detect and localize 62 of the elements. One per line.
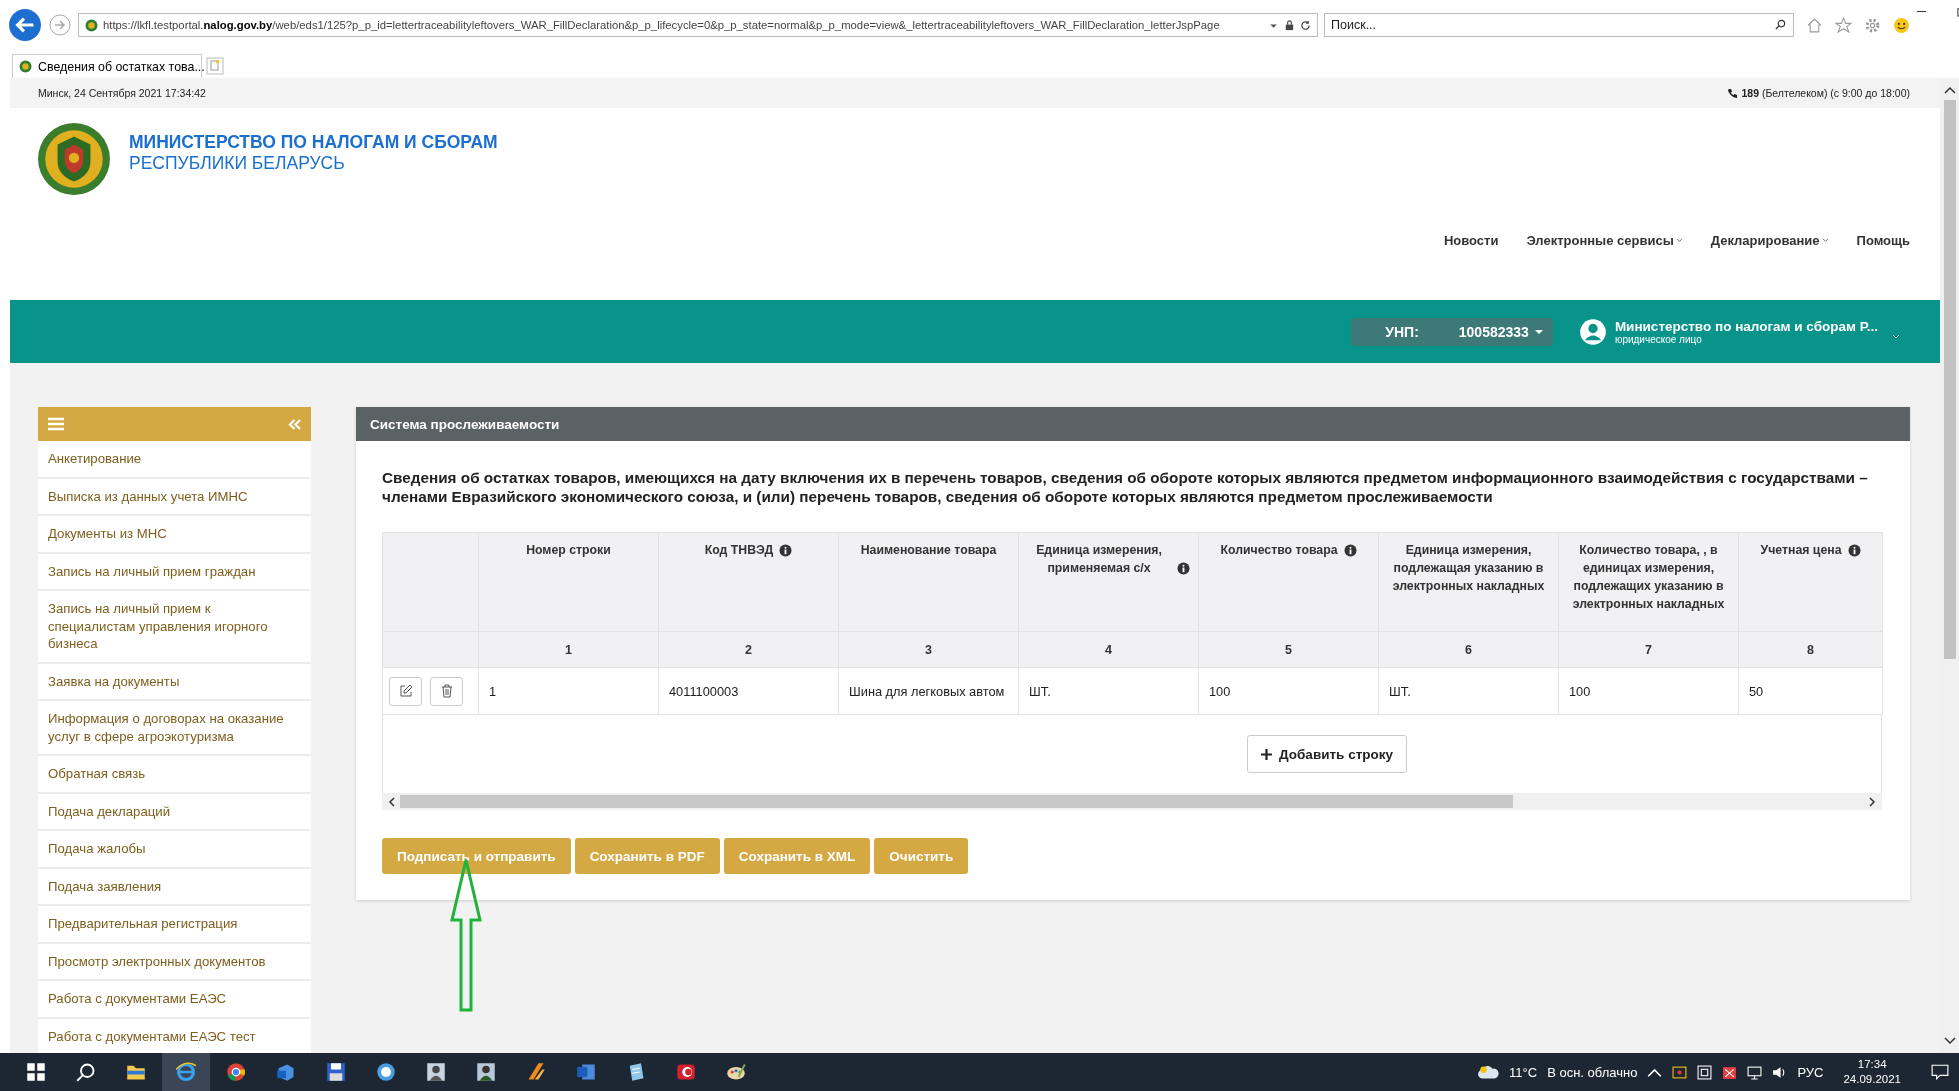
input-language[interactable]: РУС xyxy=(1797,1064,1824,1080)
panel-title: Система прослеживаемости xyxy=(370,416,560,432)
column-number: 2 xyxy=(658,631,839,668)
sidebar-item[interactable]: Работа с документами ЕАЭС тест xyxy=(38,1018,311,1053)
sidebar-item[interactable]: Подача жалобы xyxy=(38,831,311,869)
table-cell: 50 xyxy=(1738,667,1883,715)
sidebar-item[interactable]: Запись на личный прием граждан xyxy=(38,553,311,591)
weather-text[interactable]: В осн. облачно xyxy=(1547,1064,1638,1080)
sidebar-item[interactable]: Работа с документами ЕАЭС xyxy=(38,981,311,1019)
column-label: Код ТНВЭД xyxy=(704,542,774,559)
phone-info: 189 (Белтелеком) (с 9:00 до 18:00) xyxy=(1741,87,1910,99)
sidebar-item[interactable]: Обратная связь xyxy=(38,756,311,794)
column-number: 3 xyxy=(838,631,1019,668)
ministry-country: РЕСПУБЛИКИ БЕЛАРУСЬ xyxy=(129,153,346,174)
address-field[interactable]: https://lkfl.testportal.nalog.gov.by/web/eds1/125?p_p_id=lettertraceabilityleftovers_WAR_FillDeclaration&p_p_lifecycle=0&p_p_state=normal&p_p_mode=view&_lettertraceabilityleftovers_WAR_FillDeclaration_letterJspPage xyxy=(78,13,1318,37)
form-heading: Сведения об остатках товаров, имеющихся на дату включения их в перечень товаров, сведения об обороте которых являются предметом информационного взаимодействия с государствами – членами Евразийского экономического союза, и (или) перечень товаров, сведения об обороте которых являются предметом прослеживаемости xyxy=(382,469,1869,506)
column-number: 4 xyxy=(1018,631,1199,668)
column-number: 1 xyxy=(478,631,659,668)
clock-time[interactable]: 17:34 xyxy=(1857,1057,1887,1072)
column-number: 5 xyxy=(1198,631,1379,668)
tab-title: Сведения об остатках това... xyxy=(38,59,205,74)
sidebar-item[interactable]: Предварительная регистрация xyxy=(38,906,311,944)
table-cell: 4011100003 xyxy=(658,667,839,715)
sidebar-item[interactable]: Запись на личный прием к специалистам управления игорного бизнеса xyxy=(38,591,311,664)
sidebar-item[interactable]: Просмотр электронных документов xyxy=(38,943,311,981)
table-cell: 100 xyxy=(1198,667,1379,715)
nav-link[interactable]: Электронные сервисы xyxy=(1526,233,1683,248)
ministry-name: МИНИСТЕРСТВО ПО НАЛОГАМ И СБОРАМ xyxy=(129,132,498,153)
table-cell: Шина для легковых автом xyxy=(838,667,1019,715)
table-cell: ШТ. xyxy=(1018,667,1199,715)
clock-date[interactable]: 24.09.2021 xyxy=(1843,1072,1901,1087)
sidebar-item[interactable]: Документы из МНС xyxy=(38,516,311,554)
user-type: юридическое лицо xyxy=(1614,333,1702,345)
nav-link[interactable]: Помощь xyxy=(1856,233,1910,248)
browser-tab[interactable]: Сведения об остатках това... xyxy=(12,54,202,78)
sidebar-item[interactable]: Выписка из данных учета ИМНС xyxy=(38,478,311,516)
sidebar-item[interactable]: Заявка на документы xyxy=(38,663,311,701)
unp-selector[interactable]: УНП: 100582333 xyxy=(1351,317,1553,346)
column-label: Учетная цена xyxy=(1760,542,1842,559)
add-row-button[interactable]: Добавить строку xyxy=(1247,735,1407,773)
sidebar-item[interactable]: Информация о договорах на оказание услуг в сфере агроэкотуризма xyxy=(38,701,311,756)
date-time: Минск, 24 Сентября 2021 17:34:42 xyxy=(38,87,206,99)
user-name[interactable]: Министерство по налогам и сборам Р... xyxy=(1614,318,1878,334)
column-number: 6 xyxy=(1378,631,1559,668)
column-label: Количество товара, , в единицах измерения, подлежащих указанию в электронных накладных xyxy=(1571,542,1726,613)
column-label: Номер строки xyxy=(526,542,611,559)
table-cell: 100 xyxy=(1558,667,1739,715)
table-cell: ШТ. xyxy=(1378,667,1559,715)
column-label: Единица измерения, применяемая с/х xyxy=(1035,542,1163,577)
nav-link[interactable]: Новости xyxy=(1443,233,1499,248)
column-label: Наименование товара xyxy=(860,542,997,559)
sidebar-item[interactable]: Подача деклараций xyxy=(38,793,311,831)
temperature[interactable]: 11°C xyxy=(1509,1064,1538,1080)
nav-link[interactable]: Декларирование xyxy=(1710,233,1829,248)
search-field[interactable]: Поиск... xyxy=(1324,13,1794,37)
column-number: 8 xyxy=(1738,631,1883,668)
sidebar-item[interactable]: Анкетирование xyxy=(38,441,311,479)
column-label: Единица измерения, подлежащая указанию в электронных накладных xyxy=(1391,542,1546,595)
sidebar-item[interactable]: Подача заявления xyxy=(38,868,311,906)
column-number: 7 xyxy=(1558,631,1739,668)
table-cell: 1 xyxy=(478,667,659,715)
column-label: Количество товара xyxy=(1220,542,1338,559)
